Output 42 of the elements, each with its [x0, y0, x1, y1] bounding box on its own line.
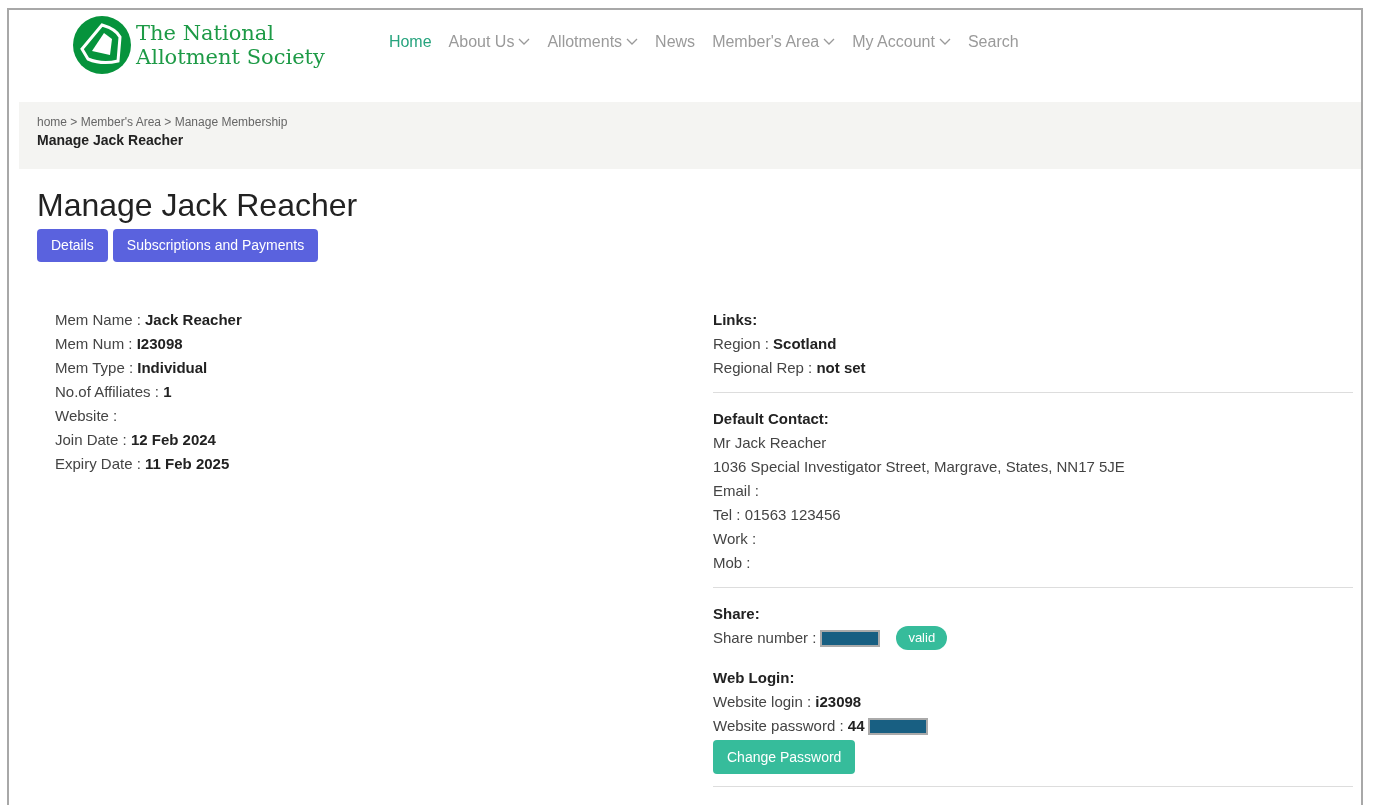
logo-icon	[72, 15, 132, 75]
page-title: Manage Jack Reacher	[37, 186, 359, 225]
tab-button[interactable]: Subscriptions and Payments	[112, 229, 319, 262]
section-heading: Default Contact:	[713, 409, 830, 429]
breadcrumb-trail: home > Member's Area > Manage Membership	[37, 114, 289, 130]
detail-text: Mem Num : I23098	[55, 333, 183, 354]
detail-text: Mr Jack Reacher	[713, 432, 827, 453]
change-password-button[interactable]: Change Password	[713, 740, 856, 774]
chevron-down-icon	[938, 38, 951, 46]
nav-link[interactable]: Home	[388, 30, 432, 54]
detail-text: Regional Rep : not set	[713, 357, 866, 378]
detail-text: Mem Type : Individual	[55, 357, 208, 378]
section-heading: Links:	[713, 310, 759, 330]
nav-link[interactable]: About Us	[448, 30, 531, 54]
section-heading: Web Login:	[713, 668, 796, 688]
detail-text: Website login : i23098	[713, 691, 862, 712]
nav-link[interactable]: News	[655, 30, 696, 54]
detail-text: Expiry Date : 11 Feb 2025	[55, 453, 230, 474]
detail-text: Website password : 44	[713, 715, 865, 736]
nav-link[interactable]: Member's Area	[712, 30, 836, 54]
detail-text: 1036 Special Investigator Street, Margrave, States, NN17 5JE	[713, 456, 1125, 477]
chevron-down-icon	[823, 38, 836, 46]
detail-text: Join Date : 12 Feb 2024	[55, 429, 216, 450]
breadcrumb-current: Manage Jack Reacher	[37, 131, 185, 150]
detail-text: Work :	[713, 528, 757, 549]
detail-text: Region : Scotland	[713, 333, 837, 354]
section-heading: Share:	[713, 604, 761, 624]
detail-text: Tel : 01563 123456	[713, 504, 841, 525]
nav-link[interactable]: My Account	[852, 30, 951, 54]
detail-text: Email :	[713, 480, 759, 501]
detail-text: Mem Name : Jack Reacher	[55, 309, 242, 330]
detail-text: Website :	[55, 405, 118, 426]
nav-link[interactable]: Allotments	[547, 30, 639, 54]
tab-button[interactable]: Details	[37, 229, 108, 262]
detail-text: Share number :	[713, 627, 817, 648]
status-badge: valid	[896, 626, 948, 650]
chevron-down-icon	[518, 38, 531, 46]
detail-text: No.of Affiliates : 1	[55, 381, 172, 402]
chevron-down-icon	[626, 38, 639, 46]
nav-link[interactable]: Search	[967, 30, 1019, 54]
detail-text: Mob :	[713, 552, 751, 573]
logo-text: The National Allotment Society	[136, 21, 325, 69]
